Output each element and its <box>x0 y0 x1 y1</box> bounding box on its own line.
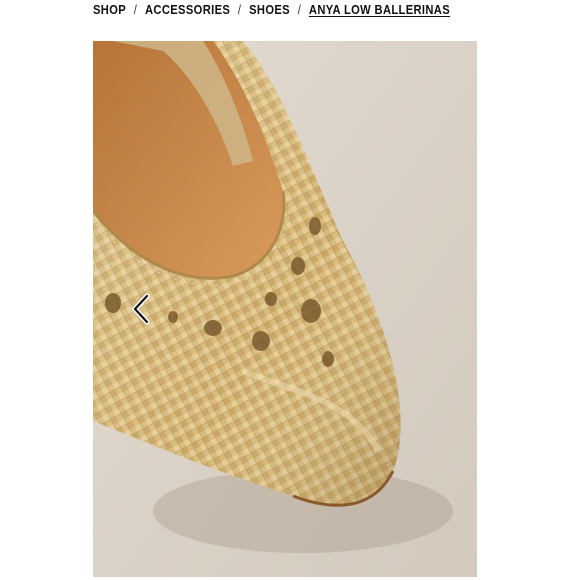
breadcrumb-shop[interactable]: SHOP <box>93 2 126 17</box>
previous-image-button[interactable] <box>125 291 157 327</box>
breadcrumb-current-product[interactable]: ANYA LOW BALLERINAS <box>309 2 450 17</box>
breadcrumb: SHOP / ACCESSORIES / SHOES / ANYA LOW BA… <box>93 0 450 18</box>
chevron-left-icon <box>132 293 150 325</box>
breadcrumb-separator: / <box>133 1 138 17</box>
breadcrumb-shoes[interactable]: SHOES <box>249 2 290 17</box>
breadcrumb-accessories[interactable]: ACCESSORIES <box>145 2 230 17</box>
product-image-gallery[interactable] <box>93 41 477 577</box>
breadcrumb-separator: / <box>297 1 302 17</box>
breadcrumb-separator: / <box>237 1 242 17</box>
